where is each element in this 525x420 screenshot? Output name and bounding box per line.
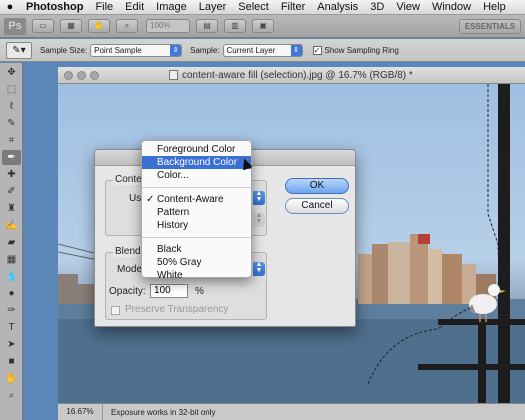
eyedropper-preset-button[interactable]: ✎▾ xyxy=(6,41,32,59)
hand-tool-icon[interactable]: ✋ xyxy=(2,371,21,386)
quick-selection-tool-icon[interactable]: ✎ xyxy=(2,116,21,131)
marquee-tool-icon[interactable]: ⬚ xyxy=(2,82,21,97)
contents-group-title: Conte xyxy=(113,174,144,185)
zoom-window-button[interactable] xyxy=(90,70,99,80)
menu-separator xyxy=(142,187,251,188)
zoom-tool-icon[interactable]: ⌕ xyxy=(2,388,21,403)
gradient-tool-icon[interactable]: ▦ xyxy=(2,252,21,267)
menu-file[interactable]: File xyxy=(89,1,119,13)
sample-size-label: Sample Size: xyxy=(40,45,88,55)
spot-healing-tool-icon[interactable]: ✚ xyxy=(2,167,21,182)
menu-item-50-gray[interactable]: 50% Gray xyxy=(142,256,251,269)
crop-tool-icon[interactable]: ⌗ xyxy=(2,133,21,148)
view-extras-button[interactable]: ▤ xyxy=(196,19,218,33)
blur-tool-icon[interactable]: 💧 xyxy=(2,269,21,284)
history-brush-tool-icon[interactable]: ✍ xyxy=(2,218,21,233)
menu-item-pattern[interactable]: Pattern xyxy=(142,206,251,219)
window-controls xyxy=(64,70,99,80)
menu-window[interactable]: Window xyxy=(426,1,477,13)
lasso-tool-icon[interactable]: ℓ xyxy=(2,99,21,114)
mode-label: Mode xyxy=(117,264,143,275)
status-bar: 16.67% Exposure works in 32-bit only xyxy=(58,403,525,420)
chevron-updown-icon: ⇕ xyxy=(290,44,302,56)
sample-size-select[interactable]: Point Sample ⇕ xyxy=(90,43,183,57)
zoom-field[interactable]: 16.67% xyxy=(58,404,103,420)
show-sampling-ring-label: Show Sampling Ring xyxy=(324,45,399,55)
menu-item-black[interactable]: Black xyxy=(142,243,251,256)
menu-image[interactable]: Image xyxy=(150,1,193,13)
menu-analysis[interactable]: Analysis xyxy=(311,1,364,13)
shape-tool-icon[interactable]: ■ xyxy=(2,354,21,369)
use-popup-menu: Foreground Color Background Color Color.… xyxy=(141,140,252,281)
show-sampling-ring-checkbox[interactable]: ✓ Show Sampling Ring xyxy=(312,45,399,55)
brush-tool-icon[interactable]: ✐ xyxy=(2,184,21,199)
apple-menu-icon[interactable]: ● xyxy=(0,1,20,13)
pen-tool-icon[interactable]: ✑ xyxy=(2,303,21,318)
opacity-input[interactable]: 100 xyxy=(150,284,188,298)
document-title-bar: content-aware fill (selection).jpg @ 16.… xyxy=(58,67,525,84)
zoom-tool-button[interactable]: ⌕ xyxy=(116,19,138,33)
photoshop-logo: Ps xyxy=(4,17,26,35)
eraser-tool-icon[interactable]: ▰ xyxy=(2,235,21,250)
blending-group-title: Blend xyxy=(113,246,143,257)
path-selection-tool-icon[interactable]: ➤ xyxy=(2,337,21,352)
sample-size-value: Point Sample xyxy=(94,45,142,55)
chevron-updown-icon: ⇕ xyxy=(170,44,182,56)
document-icon xyxy=(169,70,178,80)
menu-item-content-aware-label: Content-Aware xyxy=(157,194,224,205)
sample-select[interactable]: Current Layer ⇕ xyxy=(222,43,303,57)
ok-button[interactable]: OK xyxy=(285,178,349,194)
dodge-tool-icon[interactable]: ● xyxy=(2,286,21,301)
checkbox-checked-icon: ✓ xyxy=(312,45,322,55)
use-select-stepper[interactable]: ▲ ▼ xyxy=(253,190,265,205)
arrange-documents-button[interactable]: ▥ xyxy=(224,19,246,33)
menu-item-foreground-color[interactable]: Foreground Color xyxy=(142,143,251,156)
menu-item-history[interactable]: History xyxy=(142,219,251,232)
menu-edit[interactable]: Edit xyxy=(119,1,150,13)
document-title: content-aware fill (selection).jpg @ 16.… xyxy=(169,70,413,81)
opacity-unit: % xyxy=(195,286,204,297)
sample-label: Sample: xyxy=(190,45,220,55)
menu-separator xyxy=(142,237,251,238)
move-tool-icon[interactable]: ✥ xyxy=(2,65,21,80)
menu-3d[interactable]: 3D xyxy=(364,1,390,13)
menu-select[interactable]: Select xyxy=(232,1,275,13)
cancel-button[interactable]: Cancel xyxy=(285,198,349,214)
menu-item-content-aware[interactable]: ✓ Content-Aware xyxy=(142,193,251,206)
menu-view[interactable]: View xyxy=(390,1,426,13)
document-title-text: content-aware fill (selection).jpg @ 16.… xyxy=(182,69,413,81)
minimize-window-button[interactable] xyxy=(77,70,86,80)
menu-item-white[interactable]: White xyxy=(142,269,251,282)
close-window-button[interactable] xyxy=(64,70,73,80)
preserve-transparency-label: Preserve Transparency xyxy=(125,304,229,315)
tools-panel: ✥ ⬚ ℓ ✎ ⌗ ✒ ✚ ✐ ♜ ✍ ▰ ▦ 💧 ● ✑ T ➤ ■ ✋ ⌕ xyxy=(0,63,23,420)
bridge-button[interactable]: ▭ xyxy=(32,19,54,33)
screen-mode-button[interactable]: ▣ xyxy=(252,19,274,33)
sample-value: Current Layer xyxy=(226,45,276,55)
mode-select-stepper[interactable]: ▲ ▼ xyxy=(253,261,265,276)
menu-bar: ● Photoshop File Edit Image Layer Select… xyxy=(0,0,525,15)
menu-app[interactable]: Photoshop xyxy=(20,1,89,13)
zoom-level-select[interactable]: 100% xyxy=(146,19,190,33)
checkmark-icon: ✓ xyxy=(146,194,155,205)
eyedropper-tool-icon[interactable]: ✒ xyxy=(2,150,21,165)
use-label: Us xyxy=(129,193,142,204)
menu-item-color[interactable]: Color... xyxy=(142,169,251,182)
menu-help[interactable]: Help xyxy=(477,1,512,13)
mini-bridge-button[interactable]: ▦ xyxy=(60,19,82,33)
clone-stamp-tool-icon[interactable]: ♜ xyxy=(2,201,21,216)
workspace-switcher[interactable]: ESSENTIALS xyxy=(459,18,521,34)
menu-layer[interactable]: Layer xyxy=(193,1,233,13)
application-bar: Ps ▭ ▦ ✋ ⌕ 100% ▤ ▥ ▣ ESSENTIALS xyxy=(0,15,525,38)
preserve-transparency-checkbox[interactable] xyxy=(111,306,120,315)
options-bar: ✎▾ Sample Size: Point Sample ⇕ Sample: C… xyxy=(0,39,525,62)
opacity-label: Opacity: xyxy=(109,286,146,297)
hand-tool-button[interactable]: ✋ xyxy=(88,19,110,33)
status-info[interactable]: Exposure works in 32-bit only xyxy=(111,408,216,417)
menu-filter[interactable]: Filter xyxy=(275,1,311,13)
custom-pattern-stepper: ▲ ▼ xyxy=(253,212,265,227)
menu-item-background-color[interactable]: Background Color xyxy=(142,156,251,169)
type-tool-icon[interactable]: T xyxy=(2,320,21,335)
